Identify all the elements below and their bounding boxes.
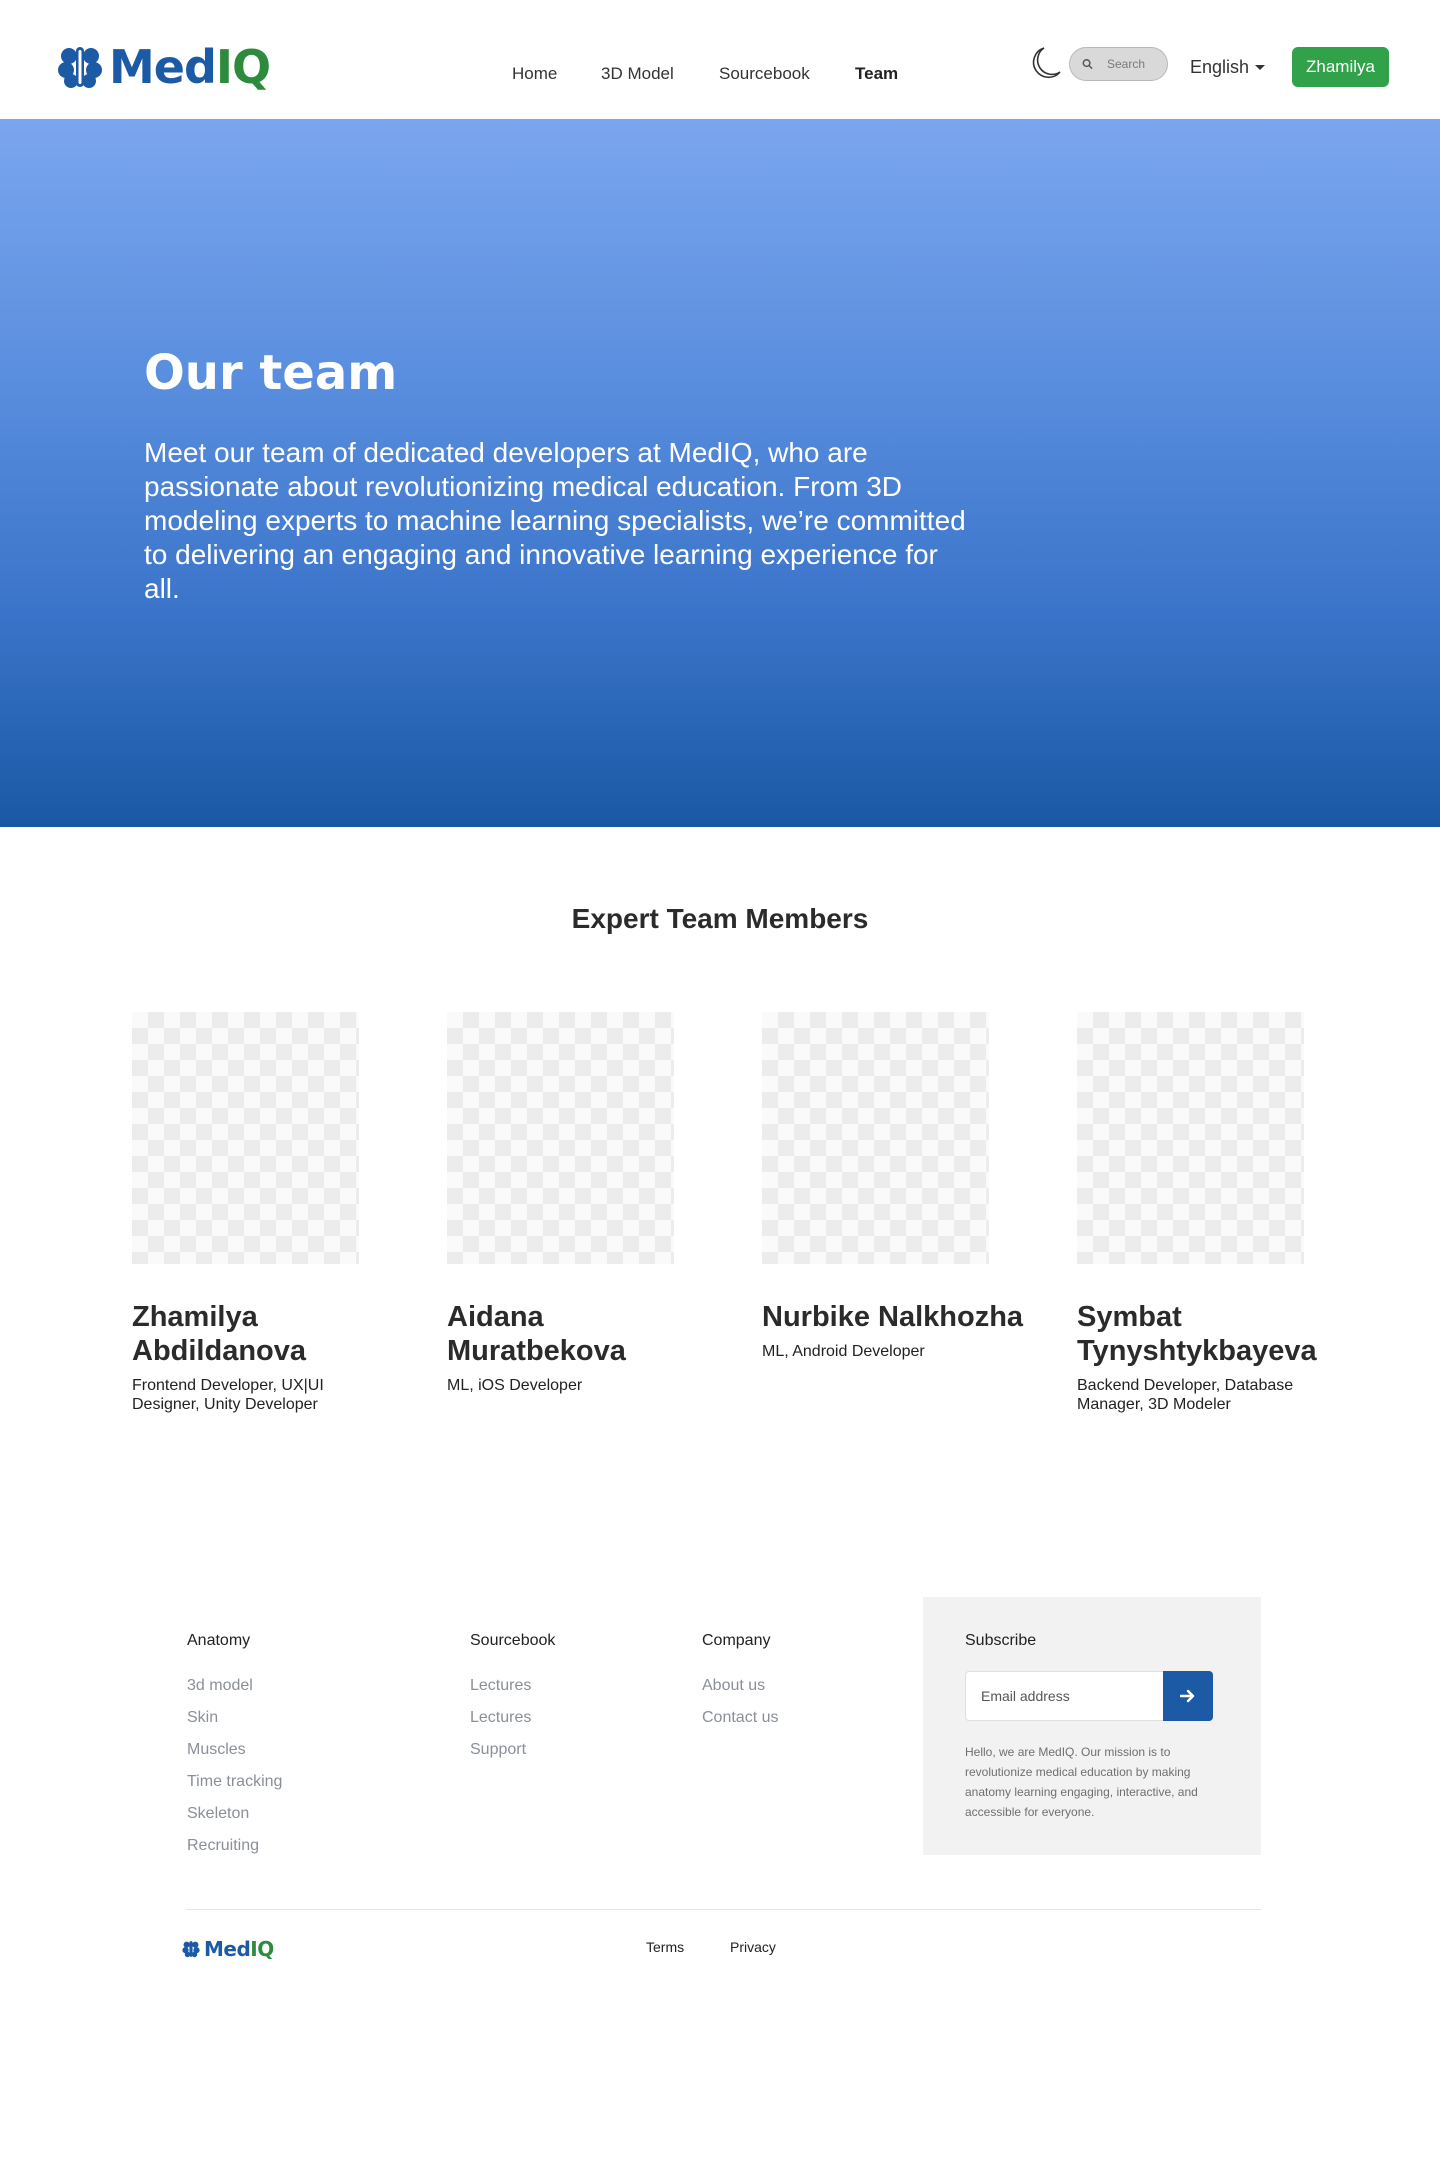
team-member-card: Symbat Tynyshtykbayeva Backend Developer… xyxy=(1077,1012,1317,1414)
footer-link[interactable]: Contact us xyxy=(702,1702,778,1734)
footer-link[interactable]: Skin xyxy=(187,1702,282,1734)
brain-icon xyxy=(182,1941,200,1958)
footer-link[interactable]: Lectures xyxy=(470,1670,555,1702)
footer-divider xyxy=(186,1909,1261,1910)
logo-text: MedIQ xyxy=(109,40,271,94)
language-dropdown[interactable]: English xyxy=(1190,57,1266,78)
member-name: Zhamilya Abdildanova xyxy=(132,1301,307,1367)
footer-link[interactable]: Time tracking xyxy=(187,1766,282,1798)
language-label: English xyxy=(1190,57,1250,77)
team-member-card: Aidana Muratbekova ML, iOS Developer xyxy=(447,1012,687,1395)
hero-description: Meet our team of dedicated developers at… xyxy=(144,437,966,604)
search-input[interactable] xyxy=(1107,57,1167,71)
nav-3d-model[interactable]: 3D Model xyxy=(601,64,719,84)
user-button[interactable]: Zhamilya xyxy=(1292,47,1389,87)
member-photo xyxy=(132,1012,359,1264)
footer-column-title: Sourcebook xyxy=(470,1632,556,1649)
footer-column-anatomy: Anatomy 3d model Skin Muscles Time track… xyxy=(187,1632,282,1862)
footer-link[interactable]: 3d model xyxy=(187,1670,282,1702)
search-icon xyxy=(1082,59,1093,70)
member-name: Symbat Tynyshtykbayeva xyxy=(1077,1301,1317,1367)
footer-link[interactable]: Support xyxy=(470,1734,555,1766)
team-member-card: Zhamilya Abdildanova Frontend Developer,… xyxy=(132,1012,372,1414)
nav-team[interactable]: Team xyxy=(855,64,898,84)
brain-icon xyxy=(58,47,102,88)
member-role: Backend Developer, Database Manager, 3D … xyxy=(1077,1377,1294,1413)
member-name: Nurbike Nalkhozha xyxy=(762,1301,1024,1333)
chevron-down-icon xyxy=(1255,65,1266,70)
footer-logo-text: MedIQ xyxy=(204,1937,274,1961)
footer-column-title: Anatomy xyxy=(187,1632,251,1649)
footer-column-title: Company xyxy=(702,1632,771,1649)
nav-sourcebook[interactable]: Sourcebook xyxy=(719,64,855,84)
member-role: ML, Android Developer xyxy=(762,1343,925,1360)
nav-home[interactable]: Home xyxy=(512,64,601,84)
terms-link[interactable]: Terms xyxy=(646,1939,684,1955)
member-photo xyxy=(447,1012,674,1264)
hero-banner: Our team Meet our team of dedicated deve… xyxy=(0,119,1440,827)
site-header: MedIQ Home 3D Model Sourcebook Team Engl… xyxy=(0,0,1440,119)
footer-column-sourcebook: Sourcebook Lectures Lectures Support xyxy=(470,1632,555,1766)
footer-link[interactable]: Muscles xyxy=(187,1734,282,1766)
team-heading: Expert Team Members xyxy=(571,903,869,934)
moon-icon[interactable] xyxy=(1030,46,1062,85)
search-box[interactable] xyxy=(1069,47,1168,81)
email-field[interactable] xyxy=(965,1671,1164,1721)
footer-column-company: Company About us Contact us xyxy=(702,1632,778,1734)
footer-link[interactable]: About us xyxy=(702,1670,778,1702)
member-photo xyxy=(762,1012,989,1264)
page-title: Our team xyxy=(144,345,398,401)
privacy-link[interactable]: Privacy xyxy=(730,1939,776,1955)
member-role: ML, iOS Developer xyxy=(447,1377,583,1394)
member-role: Frontend Developer, UX|UI Designer, Unit… xyxy=(132,1377,324,1413)
footer-link[interactable]: Skeleton xyxy=(187,1798,282,1830)
footer-logo[interactable]: MedIQ xyxy=(182,1937,274,1961)
subscribe-button[interactable] xyxy=(1163,1671,1213,1721)
footer-link[interactable]: Recruiting xyxy=(187,1830,282,1862)
subscribe-description: Hello, we are MedIQ. Our mission is to r… xyxy=(965,1745,1198,1819)
member-name: Aidana Muratbekova xyxy=(447,1301,626,1367)
subscribe-title: Subscribe xyxy=(965,1632,1037,1649)
footer-link[interactable]: Lectures xyxy=(470,1702,555,1734)
main-nav: Home 3D Model Sourcebook Team xyxy=(512,64,898,84)
team-member-card: Nurbike Nalkhozha ML, Android Developer xyxy=(762,1012,1023,1361)
arrow-right-icon xyxy=(1180,1689,1195,1703)
logo[interactable]: MedIQ xyxy=(57,40,271,94)
member-photo xyxy=(1077,1012,1304,1264)
subscribe-panel: Subscribe Hello, we are MedIQ. Our missi… xyxy=(923,1597,1261,1855)
